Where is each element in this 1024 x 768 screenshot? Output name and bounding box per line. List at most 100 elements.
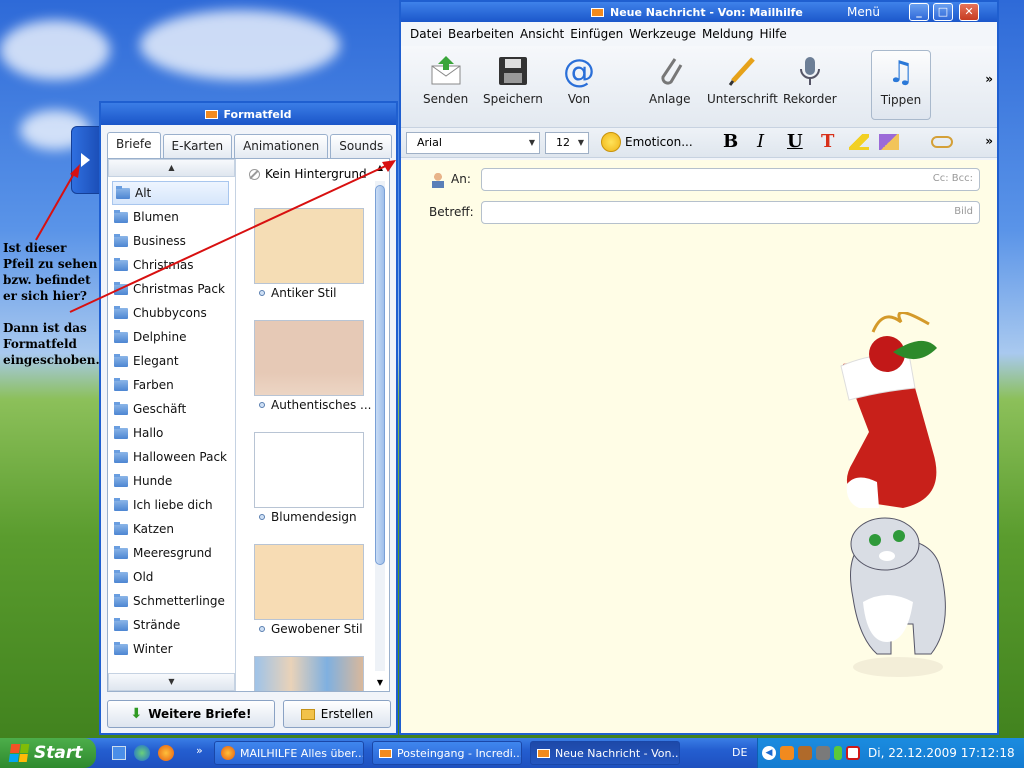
menu-datei[interactable]: Datei bbox=[410, 27, 442, 41]
font-size-select[interactable]: 12 bbox=[545, 132, 589, 154]
menu-hilfe[interactable]: Hilfe bbox=[759, 27, 786, 41]
tab-animationen[interactable]: Animationen bbox=[234, 134, 329, 158]
signature-button[interactable]: Unterschrift bbox=[707, 54, 778, 106]
tray-expand-icon[interactable]: ◀ bbox=[762, 746, 776, 760]
from-button[interactable]: @ Von bbox=[563, 52, 595, 106]
radio-dot-icon bbox=[259, 626, 265, 632]
task-mailhilfe-browser[interactable]: MAILHILFE Alles über... bbox=[214, 741, 364, 765]
category-item[interactable]: Chubbycons bbox=[108, 301, 235, 325]
folder-icon bbox=[114, 401, 128, 415]
link-rings-icon[interactable] bbox=[931, 136, 953, 148]
minimize-button[interactable]: _ bbox=[909, 3, 929, 21]
category-item[interactable]: Business bbox=[108, 229, 235, 253]
cc-bcc-toggle[interactable]: Cc: Bcc: bbox=[933, 173, 973, 184]
format-panel-toggle-handle[interactable] bbox=[71, 126, 100, 194]
recorder-button[interactable]: Rekorder bbox=[783, 54, 837, 106]
scroll-down-icon[interactable]: ▼ bbox=[373, 678, 387, 687]
save-button[interactable]: Speichern bbox=[483, 54, 543, 106]
italic-button[interactable]: I bbox=[757, 131, 764, 152]
category-item[interactable]: Ich liebe dich bbox=[108, 493, 235, 517]
format-overflow-icon[interactable]: » bbox=[985, 134, 993, 148]
category-scroll-down[interactable]: ▼ bbox=[108, 673, 235, 691]
folder-icon bbox=[114, 305, 128, 319]
tab-sounds[interactable]: Sounds bbox=[330, 134, 393, 158]
menu-einfuegen[interactable]: Einfügen bbox=[570, 27, 623, 41]
thumbnail-scrollbar[interactable]: ▲ ▼ bbox=[373, 163, 387, 687]
send-button[interactable]: Senden bbox=[423, 54, 468, 106]
contact-person-icon[interactable] bbox=[432, 172, 444, 188]
scroll-thumb[interactable] bbox=[375, 185, 385, 565]
category-item[interactable]: Winter bbox=[108, 637, 235, 661]
compose-area[interactable]: An: Cc: Bcc: Betreff: Bild bbox=[401, 160, 997, 733]
category-item[interactable]: Hunde bbox=[108, 469, 235, 493]
category-item[interactable]: Delphine bbox=[108, 325, 235, 349]
tab-e-karten[interactable]: E-Karten bbox=[162, 134, 233, 158]
image-dropdown[interactable]: Bild bbox=[954, 206, 973, 217]
to-input[interactable]: Cc: Bcc: bbox=[481, 168, 980, 191]
network-tray-icon[interactable] bbox=[798, 746, 812, 760]
annotation-text: Ist dieser Pfeil zu sehen bzw. befindet … bbox=[3, 240, 101, 384]
thumbnail-blumendesign[interactable] bbox=[254, 432, 364, 508]
menu-ansicht[interactable]: Ansicht bbox=[520, 27, 564, 41]
category-item[interactable]: Schmetterlinge bbox=[108, 589, 235, 613]
menu-label[interactable]: Menü bbox=[847, 5, 880, 19]
text-color-button[interactable]: T bbox=[821, 131, 834, 152]
more-letters-button[interactable]: ⬇ Weitere Briefe! bbox=[107, 700, 275, 728]
tab-briefe[interactable]: Briefe bbox=[107, 132, 161, 158]
category-item[interactable]: Old bbox=[108, 565, 235, 589]
bold-button[interactable]: B bbox=[723, 131, 738, 152]
category-item[interactable]: Christmas Pack bbox=[108, 277, 235, 301]
category-item[interactable]: Strände bbox=[108, 613, 235, 637]
folder-icon bbox=[116, 185, 130, 199]
category-item[interactable]: Farben bbox=[108, 373, 235, 397]
security-tray-icon[interactable] bbox=[816, 746, 830, 760]
category-scroll-up[interactable]: ▲ bbox=[108, 159, 235, 177]
globe-icon[interactable] bbox=[134, 745, 150, 761]
category-item[interactable]: Alt bbox=[112, 181, 229, 205]
clock[interactable]: Di, 22.12.2009 17:12:18 bbox=[868, 746, 1015, 760]
show-desktop-icon[interactable] bbox=[112, 746, 126, 760]
category-label: Farben bbox=[133, 378, 174, 392]
format-panel: Formatfeld Briefe E-Karten Animationen S… bbox=[99, 101, 398, 735]
category-item[interactable]: Halloween Pack bbox=[108, 445, 235, 469]
category-item[interactable]: Elegant bbox=[108, 349, 235, 373]
create-button[interactable]: Erstellen bbox=[283, 700, 391, 728]
category-item[interactable]: Geschäft bbox=[108, 397, 235, 421]
subject-input[interactable]: Bild bbox=[481, 201, 980, 224]
language-indicator[interactable]: DE bbox=[732, 746, 747, 759]
category-item[interactable]: Christmas bbox=[108, 253, 235, 277]
toolbar-overflow-icon[interactable]: » bbox=[985, 72, 993, 86]
category-item[interactable]: Blumen bbox=[108, 205, 235, 229]
attachment-button[interactable]: Anlage bbox=[649, 54, 691, 106]
task-inbox[interactable]: Posteingang - Incredi... bbox=[372, 741, 522, 765]
battery-tray-icon[interactable] bbox=[834, 746, 842, 760]
menu-bearbeiten[interactable]: Bearbeiten bbox=[448, 27, 514, 41]
thumbnail-photos[interactable] bbox=[254, 656, 364, 691]
scroll-up-icon[interactable]: ▲ bbox=[373, 163, 387, 177]
close-button[interactable]: ✕ bbox=[959, 3, 979, 21]
category-item[interactable]: Hallo bbox=[108, 421, 235, 445]
antivirus-tray-icon[interactable] bbox=[846, 746, 860, 760]
folder-icon bbox=[114, 281, 128, 295]
mail-tray-icon[interactable] bbox=[780, 746, 794, 760]
thumbnail-antiker-stil[interactable] bbox=[254, 208, 364, 284]
thumbnail-gewobener-stil[interactable] bbox=[254, 544, 364, 620]
start-button[interactable]: Start bbox=[0, 738, 96, 768]
tips-button[interactable]: ♫ Tippen bbox=[871, 50, 931, 120]
thumbnail-label: Authentisches ... bbox=[259, 398, 372, 412]
firefox-icon[interactable] bbox=[158, 745, 174, 761]
menu-werkzeuge[interactable]: Werkzeuge bbox=[629, 27, 696, 41]
no-background-option[interactable]: Kein Hintergrund bbox=[249, 167, 367, 181]
category-item[interactable]: Meeresgrund bbox=[108, 541, 235, 565]
task-new-message[interactable]: Neue Nachricht - Von... bbox=[530, 741, 680, 765]
font-select[interactable]: Arial bbox=[406, 132, 540, 154]
highlighter-icon[interactable] bbox=[849, 134, 869, 150]
brush-icon[interactable] bbox=[879, 134, 899, 150]
emoticon-button[interactable]: Emoticon... bbox=[601, 132, 693, 152]
maximize-button[interactable]: □ bbox=[933, 3, 953, 21]
underline-button[interactable]: U bbox=[787, 131, 803, 152]
quicklaunch-overflow-icon[interactable]: » bbox=[196, 744, 203, 757]
category-item[interactable]: Katzen bbox=[108, 517, 235, 541]
thumbnail-authentisches[interactable] bbox=[254, 320, 364, 396]
menu-meldung[interactable]: Meldung bbox=[702, 27, 754, 41]
